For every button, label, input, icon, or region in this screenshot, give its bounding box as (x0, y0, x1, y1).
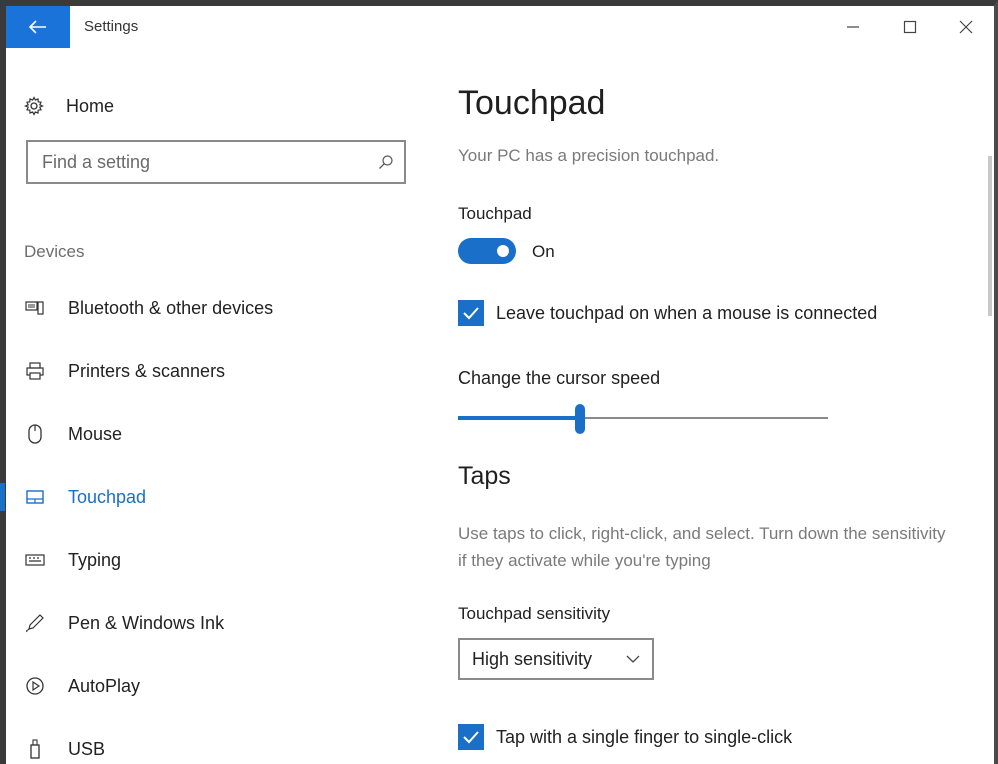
home-label: Home (66, 95, 115, 116)
sidebar-item-label: Bluetooth & other devices (68, 297, 274, 318)
checkbox-label: Tap with a single finger to single-click (496, 726, 793, 747)
checkbox-label: Leave touchpad on when a mouse is connec… (496, 302, 878, 323)
back-button[interactable] (6, 6, 70, 48)
toggle-knob (497, 245, 509, 257)
chevron-down-icon (626, 655, 640, 663)
minimize-button[interactable] (823, 6, 883, 48)
sidebar-item-label: Touchpad (68, 486, 147, 507)
single-tap-checkbox-row[interactable]: Tap with a single finger to single-click (458, 724, 792, 750)
gear-icon (24, 96, 44, 116)
sidebar-item-autoplay[interactable]: AutoPlay (6, 664, 426, 708)
title-bar: Settings (6, 6, 994, 48)
close-button[interactable] (936, 6, 996, 48)
sidebar-item-usb[interactable]: USB (6, 727, 426, 764)
cursor-speed-slider[interactable] (458, 402, 828, 434)
section-label-devices: Devices (24, 242, 85, 261)
keyboard-icon (24, 549, 46, 571)
sidebar: Home Devices Bluetooth & other devices (0, 48, 426, 764)
scrollbar[interactable] (988, 156, 992, 316)
sidebar-item-label: AutoPlay (68, 675, 141, 696)
leave-touchpad-on-checkbox[interactable] (458, 300, 484, 326)
dropdown-value: High sensitivity (472, 648, 593, 669)
taps-heading: Taps (458, 462, 511, 490)
slider-thumb[interactable] (575, 404, 585, 434)
mouse-icon (24, 423, 46, 445)
settings-window: Settings Home Devices (0, 0, 998, 764)
autoplay-icon (24, 675, 46, 697)
cursor-speed-heading: Change the cursor speed (458, 368, 661, 388)
leave-touchpad-on-checkbox-row[interactable]: Leave touchpad on when a mouse is connec… (458, 300, 877, 326)
touchpad-icon (24, 486, 46, 508)
touchpad-toggle[interactable] (458, 238, 516, 264)
checkmark-icon (463, 731, 479, 744)
sensitivity-dropdown[interactable]: High sensitivity (458, 638, 654, 680)
sidebar-item-bluetooth[interactable]: Bluetooth & other devices (6, 286, 426, 330)
sidebar-item-label: Printers & scanners (68, 360, 226, 381)
bluetooth-devices-icon (24, 297, 46, 319)
printer-icon (24, 360, 46, 382)
sidebar-item-label: USB (68, 738, 106, 759)
sidebar-item-label: Pen & Windows Ink (68, 612, 225, 633)
slider-fill (458, 416, 580, 420)
search-box (26, 140, 406, 184)
back-arrow-icon (29, 20, 46, 34)
sensitivity-heading: Touchpad sensitivity (458, 604, 611, 623)
search-input[interactable] (42, 151, 378, 173)
window-title: Settings (84, 18, 139, 35)
sidebar-item-label: Mouse (68, 423, 123, 444)
pen-icon (24, 612, 46, 634)
single-tap-checkbox[interactable] (458, 724, 484, 750)
usb-icon (24, 738, 46, 760)
minimize-icon (847, 26, 859, 28)
page-title: Touchpad (458, 84, 606, 122)
touchpad-toggle-heading: Touchpad (458, 204, 532, 223)
sidebar-item-printers[interactable]: Printers & scanners (6, 349, 426, 393)
toggle-state-label: On (532, 242, 555, 261)
page-subtitle: Your PC has a precision touchpad. (458, 146, 720, 165)
checkmark-icon (463, 307, 479, 320)
sidebar-item-label: Typing (68, 549, 122, 570)
close-icon (959, 20, 973, 34)
sidebar-item-typing[interactable]: Typing (6, 538, 426, 582)
maximize-button[interactable] (880, 6, 940, 48)
taps-description: Use taps to click, right-click, and sele… (458, 524, 946, 570)
sidebar-item-pen[interactable]: Pen & Windows Ink (6, 601, 426, 645)
active-indicator (0, 483, 5, 511)
search-icon[interactable] (378, 154, 394, 170)
maximize-icon (903, 20, 917, 34)
sidebar-item-mouse[interactable]: Mouse (6, 412, 426, 456)
sidebar-item-touchpad[interactable]: Touchpad (0, 475, 426, 519)
home-nav-item[interactable]: Home (24, 94, 114, 118)
